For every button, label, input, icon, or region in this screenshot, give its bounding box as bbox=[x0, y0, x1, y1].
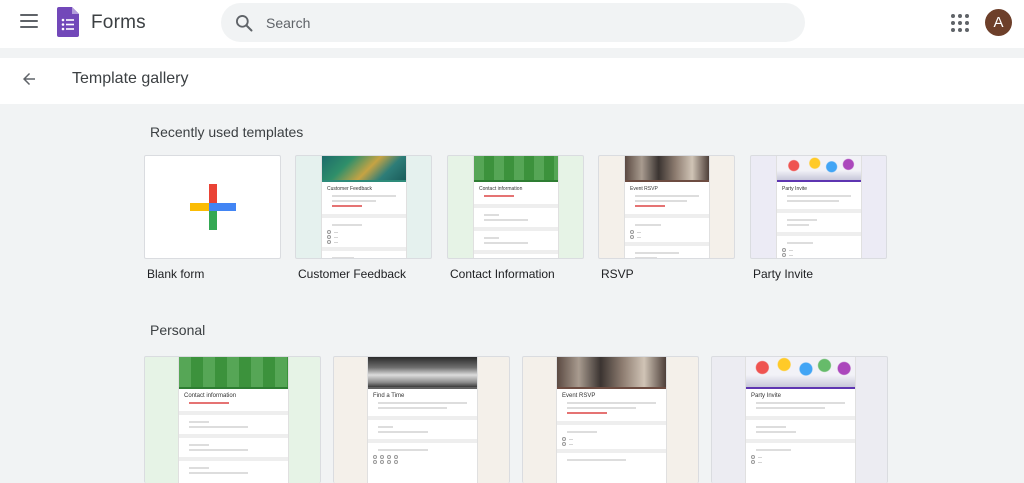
page-title: Template gallery bbox=[72, 70, 189, 87]
party-invite-card[interactable]: Party Invite — — bbox=[750, 155, 887, 259]
contact-information-card[interactable]: Contact information bbox=[447, 155, 584, 259]
search-bar[interactable] bbox=[221, 3, 805, 42]
personal-party-invite-preview: Party Invite — — bbox=[745, 357, 856, 483]
customer-feedback-preview: Customer Feedback — — — bbox=[321, 156, 407, 258]
search-icon[interactable] bbox=[234, 13, 254, 33]
personal-event-rsvp-preview-title: Event RSVP bbox=[562, 393, 596, 399]
rsvp-preview: Event RSVP — — bbox=[624, 156, 710, 258]
blank-form-label[interactable]: Blank form bbox=[147, 267, 204, 281]
party-invite-preview: Party Invite — — bbox=[776, 156, 862, 258]
personal-event-rsvp-preview: Event RSVP — — bbox=[556, 357, 667, 483]
contact-information-preview: Contact information bbox=[473, 156, 559, 258]
app-header: Forms A bbox=[0, 0, 1024, 48]
personal-contact-information-card[interactable]: Contact information bbox=[144, 356, 321, 483]
find-a-time-card[interactable]: Find a Time bbox=[333, 356, 510, 483]
recent-section-title: Recently used templates bbox=[150, 124, 304, 140]
personal-event-rsvp-card[interactable]: Event RSVP — — bbox=[522, 356, 699, 483]
customer-feedback-preview-title: Customer Feedback bbox=[327, 186, 373, 192]
rsvp-card[interactable]: Event RSVP — — bbox=[598, 155, 735, 259]
back-arrow-icon[interactable] bbox=[20, 70, 38, 88]
personal-party-invite-preview-title: Party Invite bbox=[751, 393, 782, 399]
plus-icon bbox=[190, 184, 236, 230]
find-a-time-preview: Find a Time bbox=[367, 357, 478, 483]
blank-form-card[interactable] bbox=[144, 155, 281, 259]
app-name: Forms bbox=[91, 12, 146, 33]
rsvp-preview-title: Event RSVP bbox=[630, 186, 658, 192]
search-input[interactable] bbox=[266, 7, 786, 38]
contact-information-preview-title: Contact information bbox=[479, 186, 523, 192]
contact-information-label[interactable]: Contact Information bbox=[450, 267, 555, 281]
find-a-time-preview-title: Find a Time bbox=[373, 393, 405, 399]
personal-contact-information-preview: Contact information bbox=[178, 357, 289, 483]
party-invite-preview-title: Party Invite bbox=[782, 186, 808, 192]
customer-feedback-card[interactable]: Customer Feedback — — — bbox=[295, 155, 432, 259]
personal-contact-information-preview-title: Contact information bbox=[184, 393, 237, 399]
main-menu-icon[interactable] bbox=[20, 14, 38, 30]
rsvp-label[interactable]: RSVP bbox=[601, 267, 634, 281]
party-invite-label[interactable]: Party Invite bbox=[753, 267, 813, 281]
google-apps-icon[interactable] bbox=[951, 14, 969, 32]
forms-logo-icon[interactable] bbox=[57, 7, 79, 37]
personal-section-title: Personal bbox=[150, 322, 206, 338]
customer-feedback-label[interactable]: Customer Feedback bbox=[298, 267, 406, 281]
personal-party-invite-card[interactable]: Party Invite — — bbox=[711, 356, 888, 483]
account-avatar[interactable]: A bbox=[985, 9, 1012, 36]
gallery-subheader: Template gallery bbox=[0, 58, 1024, 104]
